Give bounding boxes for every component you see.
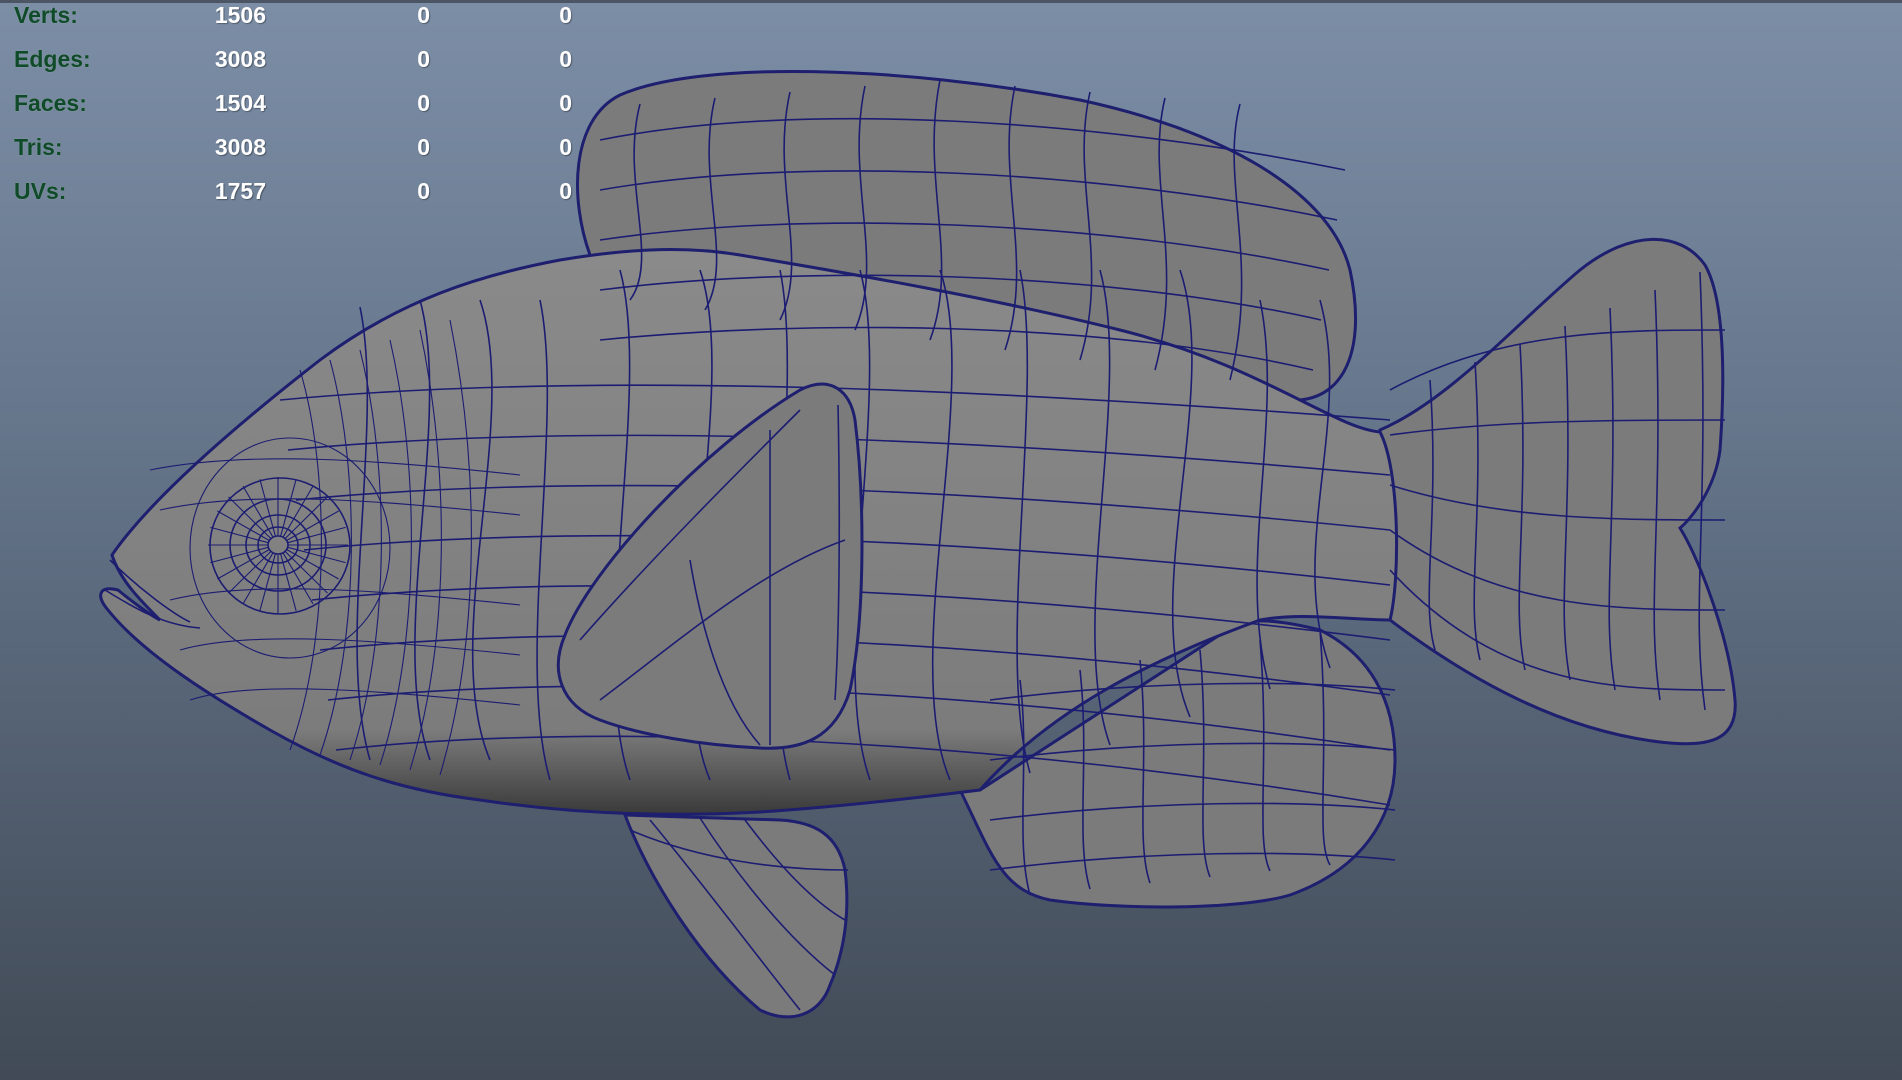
hud-value-component: 0 [559,46,572,72]
hud-value-selected: 0 [417,134,430,160]
hud-row-verts: Verts: 1506 0 0 [14,0,574,44]
hud-value-object: 3008 [214,46,266,72]
hud-value-component: 0 [559,2,572,28]
3d-viewport[interactable]: Verts: 1506 0 0 Edges: 3008 0 0 Faces: 1… [0,0,1902,1080]
hud-label: Faces: [14,90,87,116]
hud-label: Tris: [14,134,63,160]
hud-row-tris: Tris: 3008 0 0 [14,132,574,176]
hud-row-edges: Edges: 3008 0 0 [14,44,574,88]
hud-value-selected: 0 [417,90,430,116]
hud-value-selected: 0 [417,178,430,204]
hud-value-object: 1757 [214,178,266,204]
pelvic-fin[interactable] [622,813,849,1019]
hud-value-object: 3008 [214,134,266,160]
hud-value-component: 0 [559,134,572,160]
hud-value-selected: 0 [417,2,430,28]
hud-label: Verts: [14,2,78,28]
hud-value-object: 1506 [214,2,266,28]
hud-value-object: 1504 [214,90,266,116]
hud-row-uvs: UVs: 1757 0 0 [14,176,574,220]
hud-label: UVs: [14,178,67,204]
poly-count-hud: Verts: 1506 0 0 Edges: 3008 0 0 Faces: 1… [14,0,574,220]
hud-value-component: 0 [559,178,572,204]
hud-row-faces: Faces: 1504 0 0 [14,88,574,132]
hud-value-selected: 0 [417,46,430,72]
hud-value-component: 0 [559,90,572,116]
hud-label: Edges: [14,46,91,72]
